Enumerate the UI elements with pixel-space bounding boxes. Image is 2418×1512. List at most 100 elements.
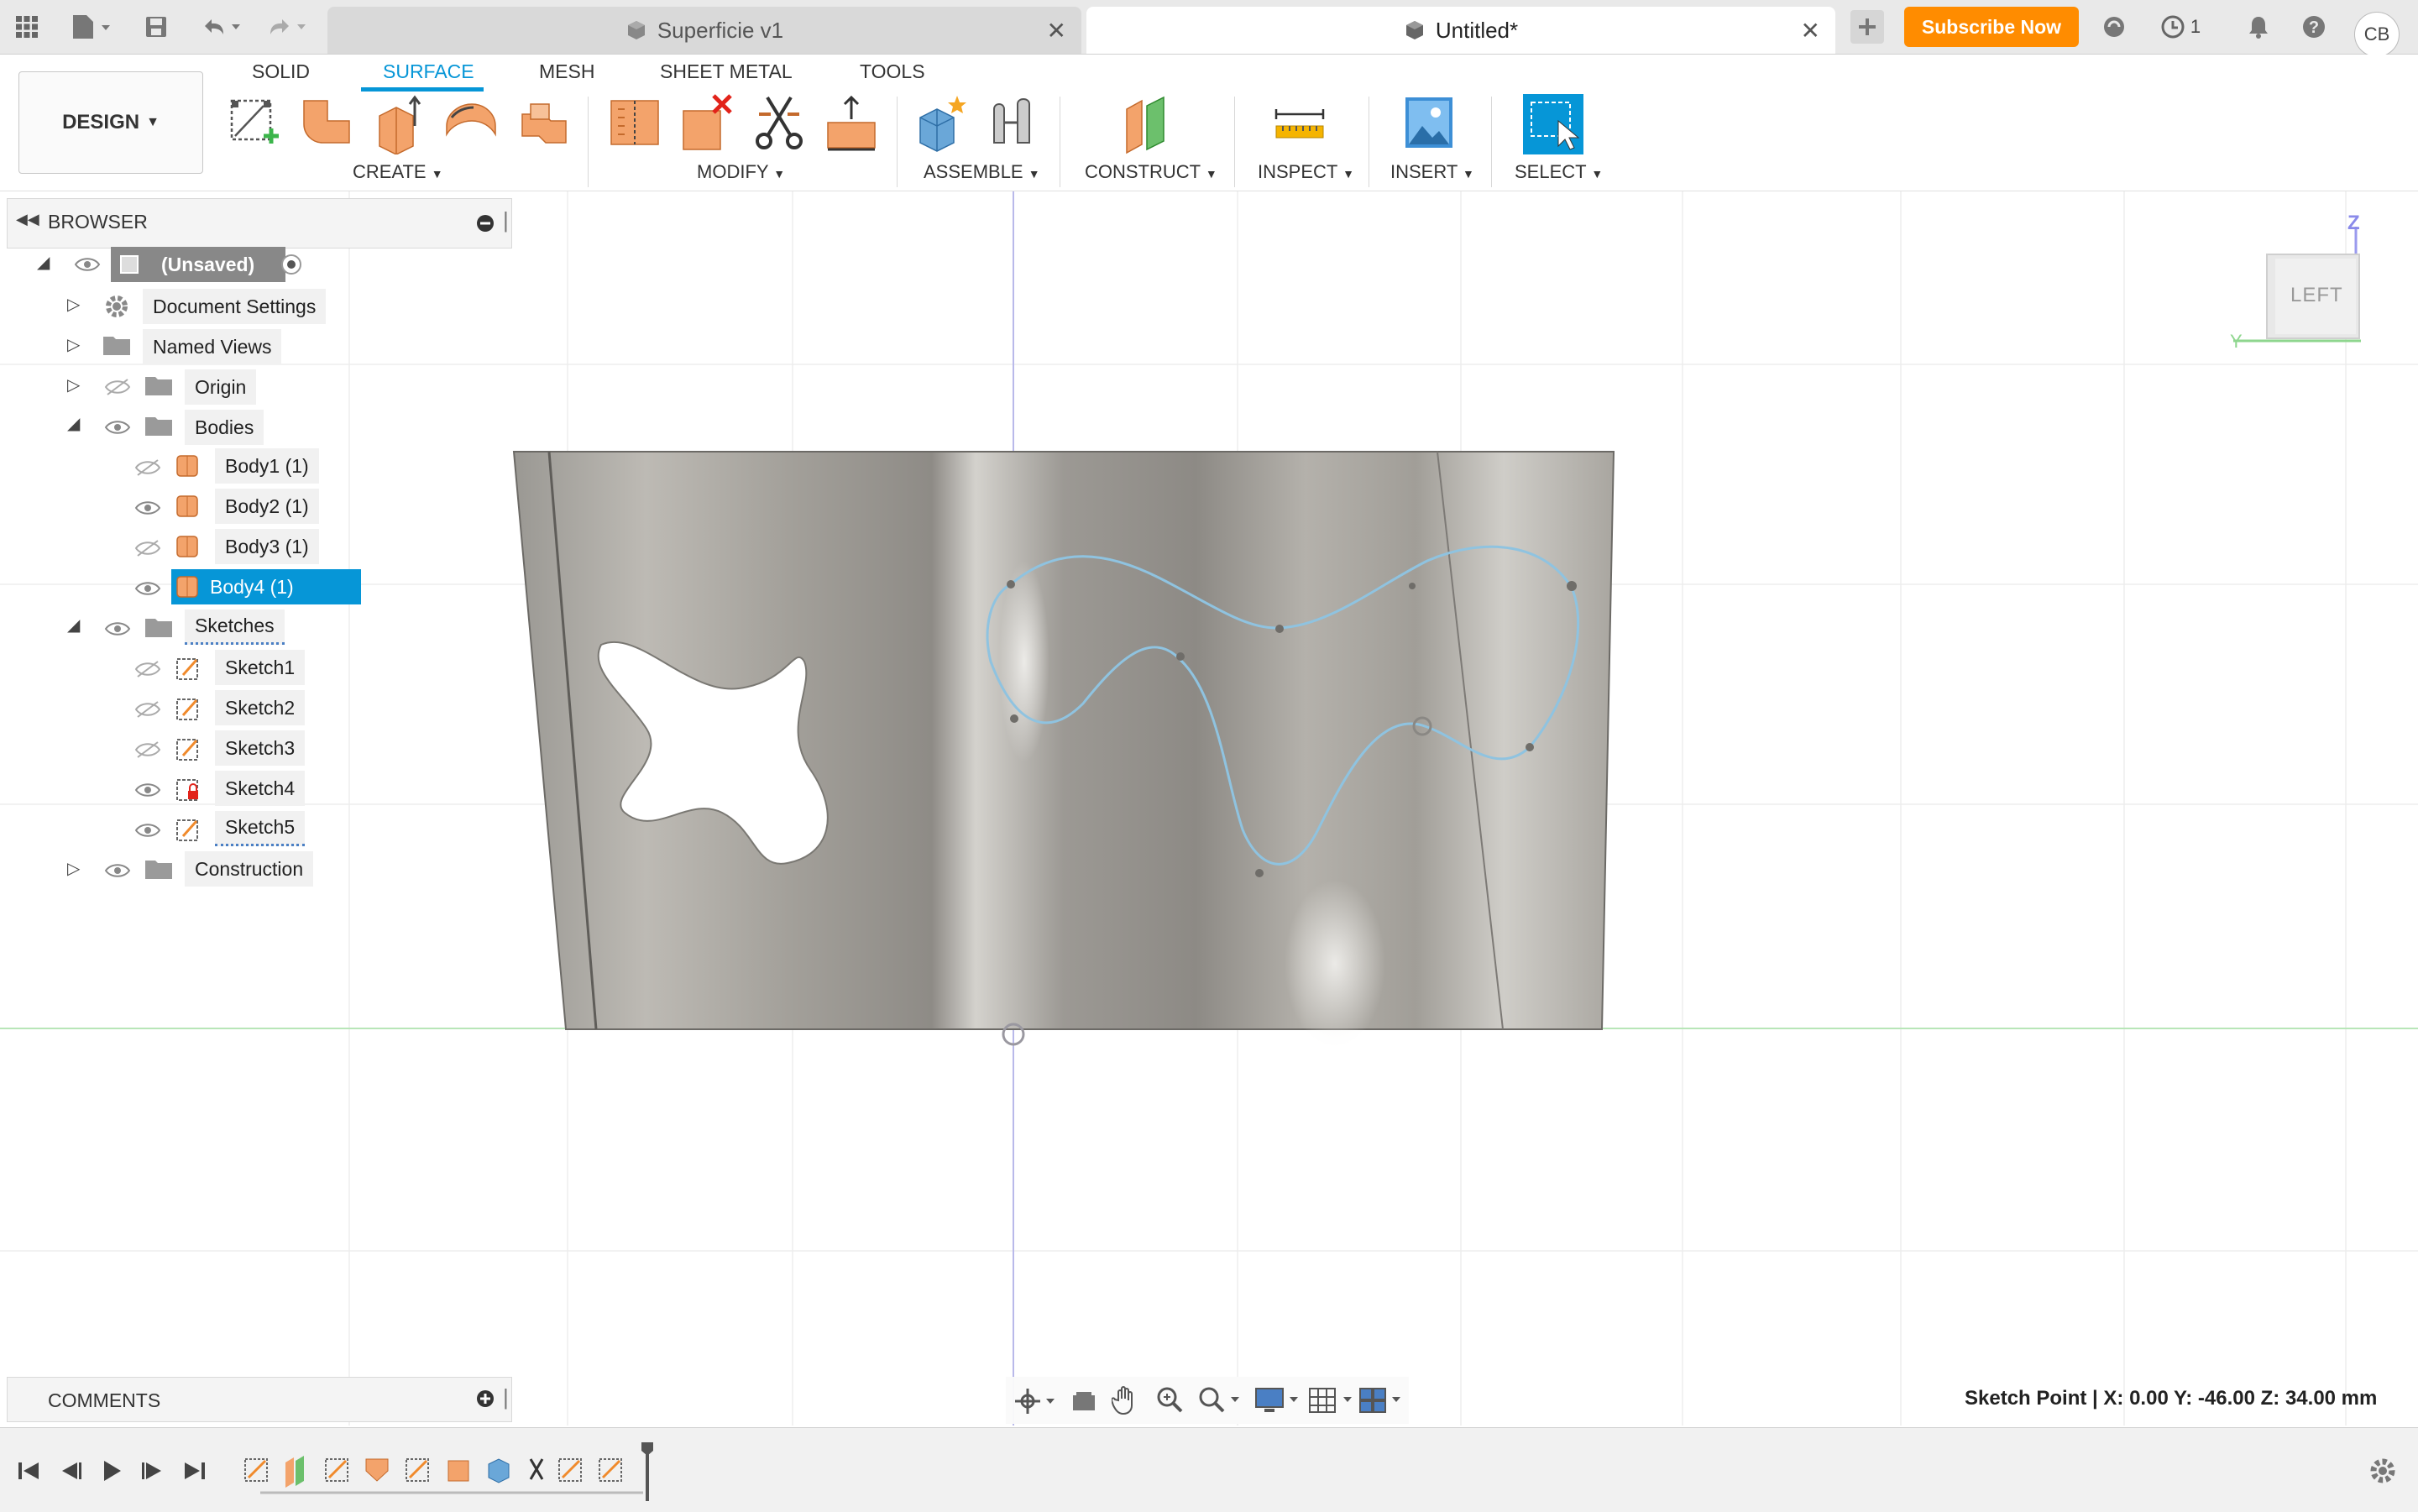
trim-icon[interactable]: [752, 92, 806, 154]
timeline-settings-gear-icon[interactable]: [2368, 1456, 2398, 1486]
look-at-icon[interactable]: [1070, 1387, 1098, 1415]
save-icon[interactable]: [139, 10, 173, 44]
tree-document-settings[interactable]: Document Settings: [143, 289, 327, 324]
tree-body3[interactable]: Body3 (1): [215, 529, 319, 564]
tab-superficie[interactable]: Superficie v1 ✕: [327, 7, 1081, 54]
tree-sketches[interactable]: Sketches: [185, 610, 285, 645]
timeline-last-icon[interactable]: [178, 1454, 212, 1488]
collapse-triangle-icon[interactable]: ◢: [67, 615, 80, 636]
visibility-eye-icon[interactable]: [134, 579, 161, 598]
offset-surface-icon[interactable]: [824, 92, 878, 154]
timeline-feature-component[interactable]: [488, 1458, 510, 1483]
extensions-icon[interactable]: [2097, 10, 2131, 44]
tree-sketch4[interactable]: Sketch4: [215, 771, 306, 806]
expand-triangle-icon[interactable]: ▷: [67, 294, 80, 315]
sweep-icon[interactable]: [517, 92, 571, 154]
add-comment-icon[interactable]: [476, 1389, 495, 1408]
timeline-feature-loft[interactable]: [365, 1458, 389, 1482]
notifications-icon[interactable]: [2242, 10, 2275, 44]
timeline-previous-icon[interactable]: [54, 1454, 87, 1488]
measure-icon[interactable]: [1273, 92, 1327, 154]
group-construct[interactable]: CONSTRUCT ▼: [1085, 161, 1217, 183]
split-body-icon[interactable]: [608, 92, 662, 154]
collapse-triangle-icon[interactable]: ◢: [37, 252, 50, 273]
new-component-icon[interactable]: [915, 92, 969, 154]
tab-mesh[interactable]: MESH: [539, 60, 594, 83]
help-icon[interactable]: ?: [2297, 10, 2331, 44]
tab-tools[interactable]: TOOLS: [860, 60, 925, 83]
offset-plane-icon[interactable]: [1120, 92, 1174, 154]
timeline-feature-trim[interactable]: [529, 1458, 544, 1480]
joint-icon[interactable]: [987, 92, 1041, 154]
user-avatar[interactable]: CB: [2354, 12, 2400, 57]
tree-construction[interactable]: Construction: [185, 851, 314, 887]
insert-image-icon[interactable]: [1402, 92, 1456, 154]
activate-radio-icon[interactable]: [280, 254, 302, 275]
visibility-eye-icon[interactable]: [104, 620, 131, 638]
extrude-surface-icon[interactable]: [299, 92, 353, 154]
visibility-eye-icon[interactable]: [74, 255, 101, 274]
expand-triangle-icon[interactable]: ▷: [67, 858, 80, 879]
group-modify[interactable]: MODIFY ▼: [697, 161, 785, 183]
hidden-eye-icon[interactable]: [134, 539, 161, 557]
redo-icon[interactable]: [262, 10, 312, 44]
timeline-feature-sketch[interactable]: [244, 1458, 268, 1482]
timeline-first-icon[interactable]: [12, 1454, 45, 1488]
group-inspect[interactable]: INSPECT ▼: [1258, 161, 1354, 183]
group-insert[interactable]: INSERT ▼: [1390, 161, 1474, 183]
visibility-eye-icon[interactable]: [134, 821, 161, 840]
delete-face-icon[interactable]: [680, 92, 734, 154]
collapse-triangle-icon[interactable]: ◢: [67, 413, 80, 434]
tree-sketch2[interactable]: Sketch2: [215, 690, 306, 725]
tab-surface[interactable]: SURFACE: [383, 60, 474, 83]
timeline-play-icon[interactable]: [94, 1454, 128, 1488]
tree-bodies[interactable]: Bodies: [185, 410, 264, 445]
orbit-icon[interactable]: [1014, 1387, 1060, 1415]
group-create[interactable]: CREATE ▼: [353, 161, 443, 183]
tree-body1[interactable]: Body1 (1): [215, 448, 319, 484]
workspace-switcher[interactable]: DESIGN ▼: [18, 71, 203, 174]
display-settings-icon[interactable]: [1254, 1385, 1305, 1415]
hidden-eye-icon[interactable]: [104, 378, 131, 396]
timeline-feature-sketch[interactable]: [558, 1458, 582, 1482]
visibility-eye-icon[interactable]: [134, 499, 161, 517]
viewcube-face-label[interactable]: LEFT: [2290, 284, 2343, 307]
select-icon[interactable]: [1521, 92, 1585, 154]
visibility-eye-icon[interactable]: [134, 781, 161, 799]
hidden-eye-icon[interactable]: [134, 700, 161, 719]
create-sketch-icon[interactable]: [227, 92, 280, 154]
close-tab-icon[interactable]: ✕: [1801, 17, 1820, 44]
panel-resize-handle[interactable]: |: [503, 1384, 509, 1410]
new-tab-icon[interactable]: [1850, 10, 1884, 44]
hidden-eye-icon[interactable]: [134, 740, 161, 759]
expand-triangle-icon[interactable]: ▷: [67, 374, 80, 395]
tree-named-views[interactable]: Named Views: [143, 329, 282, 364]
viewports-icon[interactable]: [1358, 1385, 1409, 1415]
timeline-next-icon[interactable]: [136, 1454, 170, 1488]
collapse-panel-icon[interactable]: ◀◀: [16, 211, 39, 228]
visibility-eye-icon[interactable]: [104, 861, 131, 880]
tree-sketch3[interactable]: Sketch3: [215, 730, 306, 766]
comments-panel-header[interactable]: COMMENTS |: [7, 1377, 512, 1422]
pan-hand-icon[interactable]: [1112, 1385, 1140, 1415]
undo-icon[interactable]: [196, 10, 247, 44]
group-assemble[interactable]: ASSEMBLE ▼: [924, 161, 1040, 183]
revolve-icon[interactable]: [443, 92, 497, 154]
file-menu-icon[interactable]: [67, 10, 114, 44]
panel-resize-handle[interactable]: |: [503, 207, 509, 233]
fit-zoom-icon[interactable]: [1197, 1385, 1244, 1415]
timeline-feature-extrude[interactable]: [447, 1460, 469, 1482]
timeline-feature-sketch[interactable]: [406, 1458, 429, 1482]
timeline-feature-sketch[interactable]: [599, 1458, 622, 1482]
zoom-icon[interactable]: [1155, 1385, 1185, 1415]
browser-panel-header[interactable]: ◀◀ BROWSER |: [7, 198, 512, 249]
tree-body2[interactable]: Body2 (1): [215, 489, 319, 524]
tab-solid[interactable]: SOLID: [252, 60, 310, 83]
close-tab-icon[interactable]: ✕: [1047, 17, 1066, 44]
app-grid-icon[interactable]: [10, 10, 44, 44]
tab-sheet-metal[interactable]: SHEET METAL: [660, 60, 793, 83]
tree-sketch5[interactable]: Sketch5: [215, 811, 306, 846]
tab-untitled[interactable]: Untitled* ✕: [1086, 7, 1835, 54]
subscribe-button[interactable]: Subscribe Now: [1904, 7, 2079, 47]
grid-settings-icon[interactable]: [1308, 1385, 1358, 1415]
